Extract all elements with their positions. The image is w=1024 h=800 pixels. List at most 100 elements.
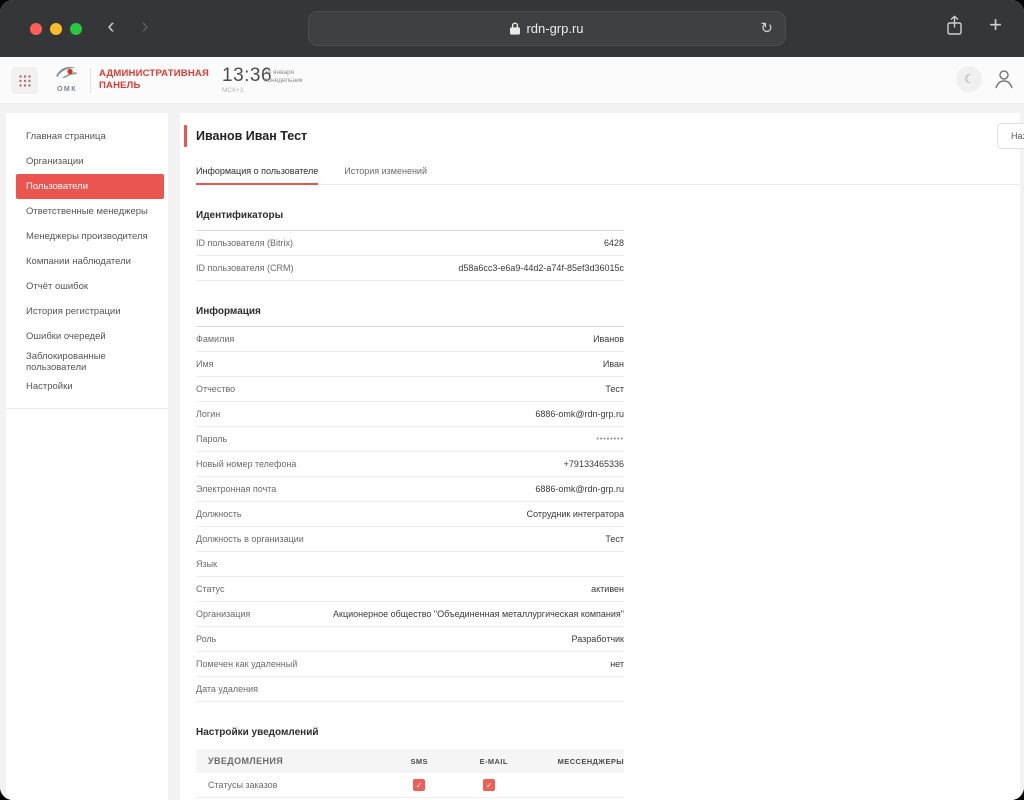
notifications-section: Настройки уведомлений УВЕДОМЛЕНИЯ SMS E-MA… — [196, 727, 624, 798]
reload-icon[interactable]: ↻ — [760, 19, 773, 37]
sidebar-item-заблокированные-пользователи[interactable]: Заблокированные пользователи — [6, 349, 168, 374]
row-value: 6428 — [603, 238, 624, 248]
section: Информация Фамилия Иванов Имя Иван Отчество Те… — [196, 306, 624, 702]
forward-icon[interactable]: › — [133, 13, 157, 39]
row-value: d58a6cc3-e6a9-44d2-a74f-85ef3d36015c — [458, 263, 624, 273]
info-row: ID пользователя (CRM) d58a6cc3-e6a9-44d2-… — [196, 256, 624, 281]
row-label: Логин — [196, 409, 221, 419]
info-row: Должность Сотрудник интегратора — [196, 502, 624, 527]
row-value: активен — [591, 584, 624, 594]
notifications-table-rows: Статусы заказов ✓ ✓ — [196, 773, 624, 798]
user-avatar-icon[interactable] — [991, 66, 1017, 92]
sidebar-item-организации[interactable]: Организации — [6, 149, 168, 174]
notifications-title: Настройки уведомлений — [196, 727, 319, 738]
row-label: ID пользователя (CRM) — [196, 263, 294, 273]
checkbox-checked[interactable]: ✓ — [483, 779, 495, 791]
minimize-window-button[interactable] — [50, 23, 62, 35]
notifications-column-header: SMS — [410, 756, 428, 766]
sidebar-item-пользователи[interactable]: Пользователи — [16, 174, 164, 199]
traffic-lights — [30, 23, 82, 35]
grid-dots-icon — [18, 74, 31, 87]
sidebar-item-главная-страница[interactable]: Главная страница — [6, 124, 168, 149]
lock-icon — [510, 22, 521, 35]
info-row: Помечен как удаленный нет — [196, 652, 624, 677]
notification-label: Статусы заказов — [208, 780, 278, 790]
app-header: ОМК АДМИНИСТРАТИВНАЯ ПАНЕЛЬ 13:36 МСК+3 … — [0, 57, 1024, 104]
sidebar-item-менеджеры-производителя[interactable]: Менеджеры производителя — [6, 224, 168, 249]
title-accent-bar — [184, 125, 187, 147]
row-label: Пароль — [196, 434, 228, 444]
row-label: Должность в организации — [196, 534, 304, 544]
row-label: Фамилия — [196, 334, 235, 344]
checkbox-checked[interactable]: ✓ — [413, 779, 425, 791]
apps-grid-button[interactable] — [11, 67, 38, 94]
sidebar-item-компании-наблюдатели[interactable]: Компании наблюдатели — [6, 249, 168, 274]
info-row: Пароль •••••••• — [196, 427, 624, 452]
back-button[interactable]: Назад — [997, 123, 1024, 149]
macos-window: ‹ › rdn-grp.ru ↻ + ОМК АДМИНИСТРАТИВНАЯ … — [0, 0, 1024, 800]
notification-cell: ✓ — [483, 779, 562, 791]
row-value: Разработчик — [571, 634, 624, 644]
detail-sections: Идентификаторы ID пользователя (Bitrix) 64… — [196, 210, 624, 702]
row-label: Помечен как удаленный — [196, 659, 298, 669]
info-row: Отчество Тест — [196, 377, 624, 402]
row-value: Сотрудник интегратора — [526, 509, 624, 519]
clock-timezone: МСК+3 — [222, 87, 244, 94]
main-panel: Иванов Иван Тест Назад Информация о поль… — [180, 113, 1024, 800]
info-row: Имя Иван — [196, 352, 624, 377]
tab-inactive[interactable]: История изменений — [344, 166, 427, 184]
info-row: Язык — [196, 552, 624, 577]
notification-row: Статусы заказов ✓ ✓ — [196, 773, 624, 798]
row-value: Иванов — [593, 334, 624, 344]
row-label: Должность — [196, 509, 242, 519]
row-value: нет — [610, 659, 624, 669]
info-row: Фамилия Иванов — [196, 327, 624, 352]
info-row: Организация Акционерное общество "Объедин… — [196, 602, 624, 627]
clock-date: 24 января понедельник — [264, 69, 303, 85]
zoom-window-button[interactable] — [70, 23, 82, 35]
browser-chrome: ‹ › rdn-grp.ru ↻ + — [0, 0, 1024, 57]
date-line2: понедельник — [264, 77, 303, 84]
checkmark-icon: ✓ — [415, 780, 423, 790]
info-row: Роль Разработчик — [196, 627, 624, 652]
sidebar-item-история-регистрации[interactable]: История регистрации — [6, 299, 168, 324]
url-text: rdn-grp.ru — [526, 21, 584, 36]
share-icon[interactable] — [946, 14, 963, 36]
tab-active[interactable]: Информация о пользователе — [196, 166, 319, 185]
omk-logo: ОМК — [52, 65, 82, 93]
info-row: Логин 6886-omk@rdn-grp.ru — [196, 402, 624, 427]
row-value: +79133465336 — [563, 459, 624, 469]
sidebar-item-настройки[interactable]: Настройки — [6, 374, 168, 399]
header-divider — [90, 68, 91, 93]
new-tab-icon[interactable]: + — [989, 14, 1002, 36]
row-value: Акционерное общество "Объединенная метал… — [333, 609, 624, 619]
back-icon[interactable]: ‹ — [99, 13, 123, 39]
address-bar[interactable]: rdn-grp.ru ↻ — [308, 11, 786, 46]
info-row: Электронная почта 6886-omk@rdn-grp.ru — [196, 477, 624, 502]
app-title-line1: АДМИНИСТРАТИВНАЯ — [99, 68, 209, 79]
row-label: ID пользователя (Bitrix) — [196, 238, 293, 248]
notifications-column-header: E-MAIL — [479, 756, 508, 766]
sidebar: Главная страница Организации Пользователи О… — [6, 113, 168, 800]
row-value: •••••••• — [596, 435, 624, 443]
close-window-button[interactable] — [30, 23, 42, 35]
info-row: ID пользователя (Bitrix) 6428 — [196, 231, 624, 256]
notifications-table-header: УВЕДОМЛЕНИЯ SMS E-MAIL МЕССЕНДЖЕРЫ — [196, 749, 624, 773]
row-label: Организация — [196, 609, 251, 619]
row-value: 6886-omk@rdn-grp.ru — [535, 484, 624, 494]
sidebar-item-ошибки-очередей[interactable]: Ошибки очередей — [6, 324, 168, 349]
sidebar-divider — [6, 408, 168, 409]
dark-mode-toggle[interactable]: ☾ — [956, 66, 983, 92]
row-label: Язык — [196, 559, 218, 569]
notifications-column-header: МЕССЕНДЖЕРЫ — [557, 756, 625, 766]
checkmark-icon: ✓ — [485, 780, 493, 790]
header-user-area: ☾ Акименко Администратор — [956, 66, 1024, 92]
row-label: Статус — [196, 584, 225, 594]
row-value: Тест — [605, 384, 624, 394]
row-label: Новый номер телефона — [196, 459, 297, 469]
sidebar-item-отчёт-ошибок[interactable]: Отчёт ошибок — [6, 274, 168, 299]
info-row: Статус активен — [196, 577, 624, 602]
row-value: Тест — [605, 534, 624, 544]
sidebar-item-ответственные-менеджеры[interactable]: Ответственные менеджеры — [6, 199, 168, 224]
row-value: Иван — [602, 359, 624, 369]
